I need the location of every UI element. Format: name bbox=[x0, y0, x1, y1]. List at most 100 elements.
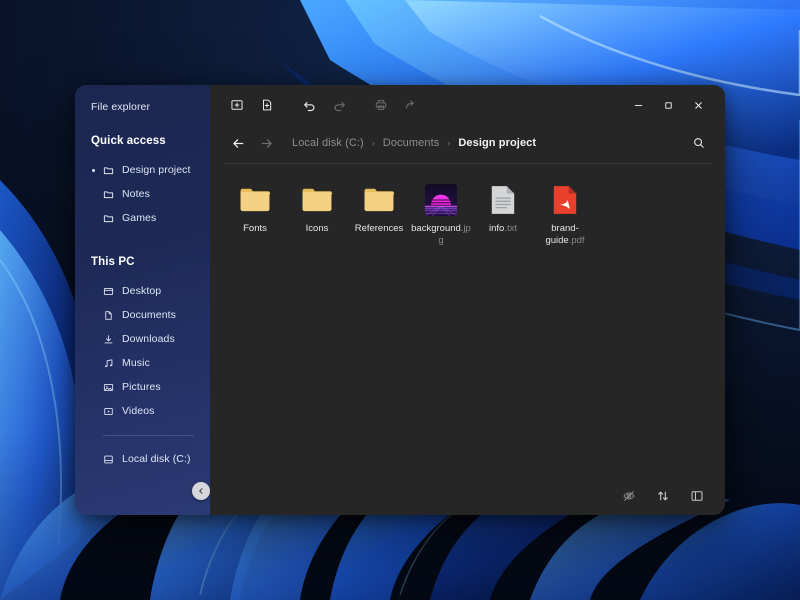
sidebar-item-videos[interactable]: Videos bbox=[75, 399, 210, 423]
breadcrumb: Local disk (C:) › Documents › Design pro… bbox=[292, 137, 536, 149]
sort-arrows-icon bbox=[658, 491, 668, 501]
sidebar-item-downloads[interactable]: Downloads bbox=[75, 327, 210, 351]
status-bar bbox=[210, 481, 725, 515]
maximize-button[interactable] bbox=[653, 92, 683, 118]
text-file-icon bbox=[491, 186, 515, 214]
sidebar-item-games[interactable]: Games bbox=[75, 206, 210, 230]
new-file-button[interactable] bbox=[254, 92, 280, 118]
close-icon bbox=[694, 101, 702, 109]
redo-button[interactable] bbox=[326, 92, 352, 118]
hidden-items-button[interactable] bbox=[619, 486, 639, 506]
sidebar-item-local-disk[interactable]: Local disk (C:) bbox=[75, 447, 210, 471]
sidebar-item-label: Games bbox=[122, 212, 157, 224]
sidebar-item-label: Downloads bbox=[122, 333, 175, 345]
sidebar-item-label: Local disk (C:) bbox=[122, 453, 191, 465]
sidebar-item-label: Notes bbox=[122, 188, 150, 200]
file-item-icons[interactable]: Icons bbox=[286, 178, 348, 250]
share-button[interactable] bbox=[398, 92, 424, 118]
file-name: info.txt bbox=[489, 223, 517, 234]
undo-button[interactable] bbox=[296, 92, 322, 118]
download-icon bbox=[103, 334, 114, 345]
image-preview-icon bbox=[424, 183, 458, 217]
breadcrumb-item-design-project[interactable]: Design project bbox=[458, 137, 536, 149]
sidebar-item-pictures[interactable]: Pictures bbox=[75, 375, 210, 399]
collapse-sidebar-button[interactable] bbox=[192, 482, 210, 500]
folder-icon bbox=[103, 165, 114, 176]
minimize-button[interactable] bbox=[623, 92, 653, 118]
close-button[interactable] bbox=[683, 92, 713, 118]
pdf-file-thumbnail bbox=[544, 181, 586, 219]
file-item-fonts[interactable]: Fonts bbox=[224, 178, 286, 250]
folder-icon bbox=[103, 189, 114, 200]
sidebar-item-documents[interactable]: Documents bbox=[75, 303, 210, 327]
new-folder-button[interactable] bbox=[224, 92, 250, 118]
redo-icon bbox=[333, 101, 345, 111]
sidebar-group-this-pc: This PC bbox=[91, 256, 135, 268]
sidebar-item-label: Design project bbox=[122, 164, 191, 176]
file-item-background-jpg[interactable]: background.jpg bbox=[410, 178, 472, 250]
file-name: References bbox=[354, 223, 404, 234]
file-item-info-txt[interactable]: info.txt bbox=[472, 178, 534, 250]
search-icon bbox=[694, 138, 704, 148]
folder-thumbnail bbox=[296, 181, 338, 219]
folder-icon bbox=[302, 188, 333, 212]
file-item-brand-guide-pdf[interactable]: brand-guide.pdf bbox=[534, 178, 596, 250]
undo-icon bbox=[303, 101, 315, 111]
file-name: background.jpg bbox=[411, 223, 471, 246]
forward-arrow-icon bbox=[261, 138, 272, 148]
sidebar-item-music[interactable]: Music bbox=[75, 351, 210, 375]
music-note-icon bbox=[103, 358, 114, 369]
chevron-left-icon bbox=[199, 488, 203, 494]
file-item-references[interactable]: References bbox=[348, 178, 410, 250]
folder-icon bbox=[240, 188, 271, 212]
file-name: Icons bbox=[305, 223, 329, 234]
sidebar-group-quick-access: Quick access bbox=[91, 135, 166, 147]
desktop: File explorer Quick access Design projec… bbox=[0, 0, 800, 600]
desktop-icon bbox=[103, 286, 114, 297]
layout-pane-icon bbox=[691, 491, 703, 501]
sidebar-item-design-project[interactable]: Design project bbox=[75, 158, 210, 182]
breadcrumb-item-local-disk[interactable]: Local disk (C:) bbox=[292, 137, 364, 149]
image-thumbnail bbox=[420, 181, 462, 219]
back-arrow-icon bbox=[232, 138, 243, 148]
search-button[interactable] bbox=[685, 130, 713, 156]
folder-icon bbox=[103, 213, 114, 224]
sidebar: File explorer Quick access Design projec… bbox=[75, 85, 210, 515]
text-file-thumbnail bbox=[482, 181, 524, 219]
pdf-file-icon bbox=[553, 186, 577, 214]
minimize-icon bbox=[634, 104, 642, 106]
sort-button[interactable] bbox=[653, 486, 673, 506]
print-button[interactable] bbox=[368, 92, 394, 118]
layout-pane-button[interactable] bbox=[687, 486, 707, 506]
file-name: brand-guide.pdf bbox=[545, 223, 585, 246]
navigation-bar: Local disk (C:) › Documents › Design pro… bbox=[210, 125, 725, 161]
sidebar-item-label: Pictures bbox=[122, 381, 161, 393]
breadcrumb-item-documents[interactable]: Documents bbox=[383, 137, 440, 149]
eye-off-icon bbox=[623, 491, 635, 501]
app-title: File explorer bbox=[91, 101, 151, 113]
back-button[interactable] bbox=[224, 130, 252, 156]
print-icon bbox=[375, 99, 387, 110]
sidebar-item-notes[interactable]: Notes bbox=[75, 182, 210, 206]
breadcrumb-separator: › bbox=[447, 138, 451, 148]
new-file-icon bbox=[262, 99, 272, 111]
main-pane: Local disk (C:) › Documents › Design pro… bbox=[210, 85, 725, 515]
breadcrumb-separator: › bbox=[371, 138, 375, 148]
picture-icon bbox=[103, 382, 114, 393]
toolbar bbox=[210, 85, 725, 125]
sidebar-item-desktop[interactable]: Desktop bbox=[75, 279, 210, 303]
drive-icon bbox=[103, 454, 114, 465]
folder-thumbnail bbox=[358, 181, 400, 219]
selected-dot bbox=[92, 169, 95, 172]
sidebar-item-label: Documents bbox=[122, 309, 177, 321]
folder-icon bbox=[364, 188, 395, 212]
sidebar-item-label: Music bbox=[122, 357, 150, 369]
sidebar-divider bbox=[103, 435, 194, 436]
share-icon bbox=[405, 100, 414, 109]
file-explorer-window: File explorer Quick access Design projec… bbox=[75, 85, 725, 515]
new-folder-icon bbox=[231, 100, 243, 110]
folder-thumbnail bbox=[234, 181, 276, 219]
forward-button[interactable] bbox=[252, 130, 280, 156]
file-name: Fonts bbox=[243, 223, 267, 234]
video-icon bbox=[103, 406, 114, 417]
